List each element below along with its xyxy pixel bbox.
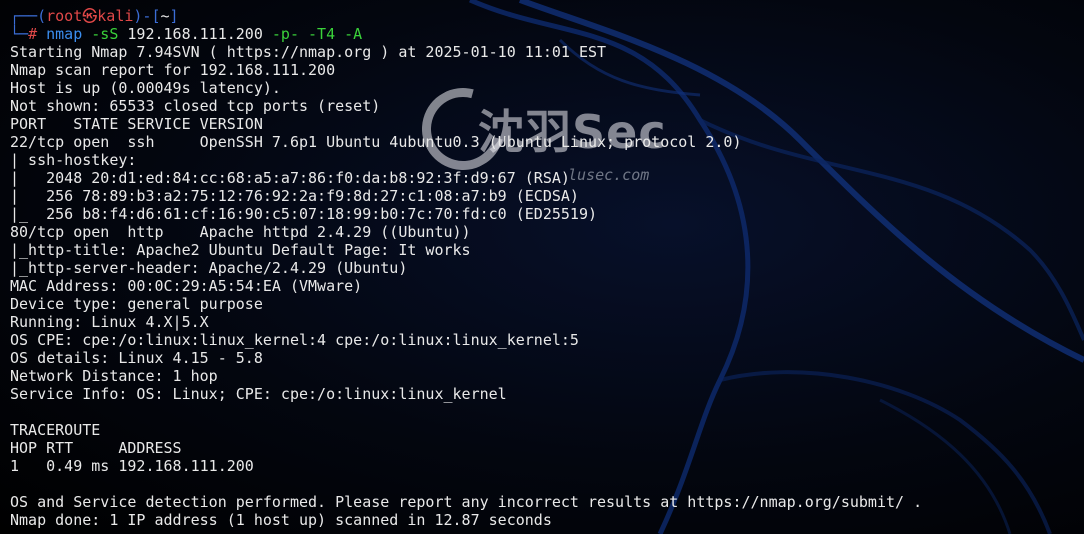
output-line: OS CPE: cpe:/o:linux:linux_kernel:4 cpe:… — [10, 331, 579, 349]
output-line: Device type: general purpose — [10, 295, 263, 313]
output-line: Host is up (0.00049s latency). — [10, 79, 281, 97]
prompt-user: root — [46, 7, 83, 25]
prompt-line: ┌──(root㉿kali)-[~] — [10, 7, 1084, 25]
output-line: |_ 256 b8:f4:d6:61:cf:16:90:c5:07:18:99:… — [10, 205, 597, 223]
command-line[interactable]: └─# nmap -sS 192.168.111.200 -p- -T4 -A — [10, 25, 1084, 43]
prompt-frame-mid: )-[ — [133, 7, 161, 25]
output-line: 80/tcp open http Apache httpd 2.4.29 ((U… — [10, 223, 471, 241]
output-line: | ssh-hostkey: — [10, 151, 146, 169]
output-line: Nmap done: 1 IP address (1 host up) scan… — [10, 511, 552, 529]
command-program: nmap — [46, 25, 83, 43]
command-arg-aggressive: -A — [344, 25, 363, 43]
output-line: HOP RTT ADDRESS — [10, 439, 182, 457]
command-arg-ports: -p- — [271, 25, 299, 43]
prompt-frame-bottom: └─ — [10, 25, 29, 43]
output-line: OS details: Linux 4.15 - 5.8 — [10, 349, 263, 367]
prompt-cwd: ~ — [160, 7, 170, 25]
prompt-skull-icon: ㉿ — [82, 7, 98, 25]
output-line: Not shown: 65533 closed tcp ports (reset… — [10, 97, 381, 115]
output-line: TRACEROUTE — [10, 421, 101, 439]
output-line: 22/tcp open ssh OpenSSH 7.6p1 Ubuntu 4ub… — [10, 133, 742, 151]
prompt-frame-top: ┌──( — [10, 7, 47, 25]
prompt-host: kali — [97, 7, 134, 25]
terminal-window[interactable]: 沈羽Sec lusec.com ┌──(root㉿kali)-[~] └─# n… — [0, 0, 1084, 534]
command-target: 192.168.111.200 — [127, 25, 263, 43]
command-arg-timing: -T4 — [308, 25, 336, 43]
prompt-hash: # — [28, 25, 38, 43]
output-line: | 256 78:89:b3:a2:75:12:76:92:2a:f9:8d:2… — [10, 187, 579, 205]
output-line: Starting Nmap 7.94SVN ( https://nmap.org… — [10, 43, 607, 61]
command-arg-scan-type: -sS — [91, 25, 119, 43]
prompt-frame-close: ] — [169, 7, 179, 25]
output-line: |_http-server-header: Apache/2.4.29 (Ubu… — [10, 259, 408, 277]
output-line: MAC Address: 00:0C:29:A5:54:EA (VMware) — [10, 277, 363, 295]
output-line: Network Distance: 1 hop — [10, 367, 218, 385]
output-line: OS and Service detection performed. Plea… — [10, 493, 923, 511]
output-line: | 2048 20:d1:ed:84:cc:68:a5:a7:86:f0:da:… — [10, 169, 570, 187]
command-output: Starting Nmap 7.94SVN ( https://nmap.org… — [10, 43, 1084, 529]
output-line: |_http-title: Apache2 Ubuntu Default Pag… — [10, 241, 471, 259]
output-line: Nmap scan report for 192.168.111.200 — [10, 61, 336, 79]
output-line: PORT STATE SERVICE VERSION — [10, 115, 263, 133]
output-line: Running: Linux 4.X|5.X — [10, 313, 209, 331]
output-line: 1 0.49 ms 192.168.111.200 — [10, 457, 254, 475]
terminal-content: ┌──(root㉿kali)-[~] └─# nmap -sS 192.168.… — [10, 7, 1084, 529]
output-line: Service Info: OS: Linux; CPE: cpe:/o:lin… — [10, 385, 507, 403]
